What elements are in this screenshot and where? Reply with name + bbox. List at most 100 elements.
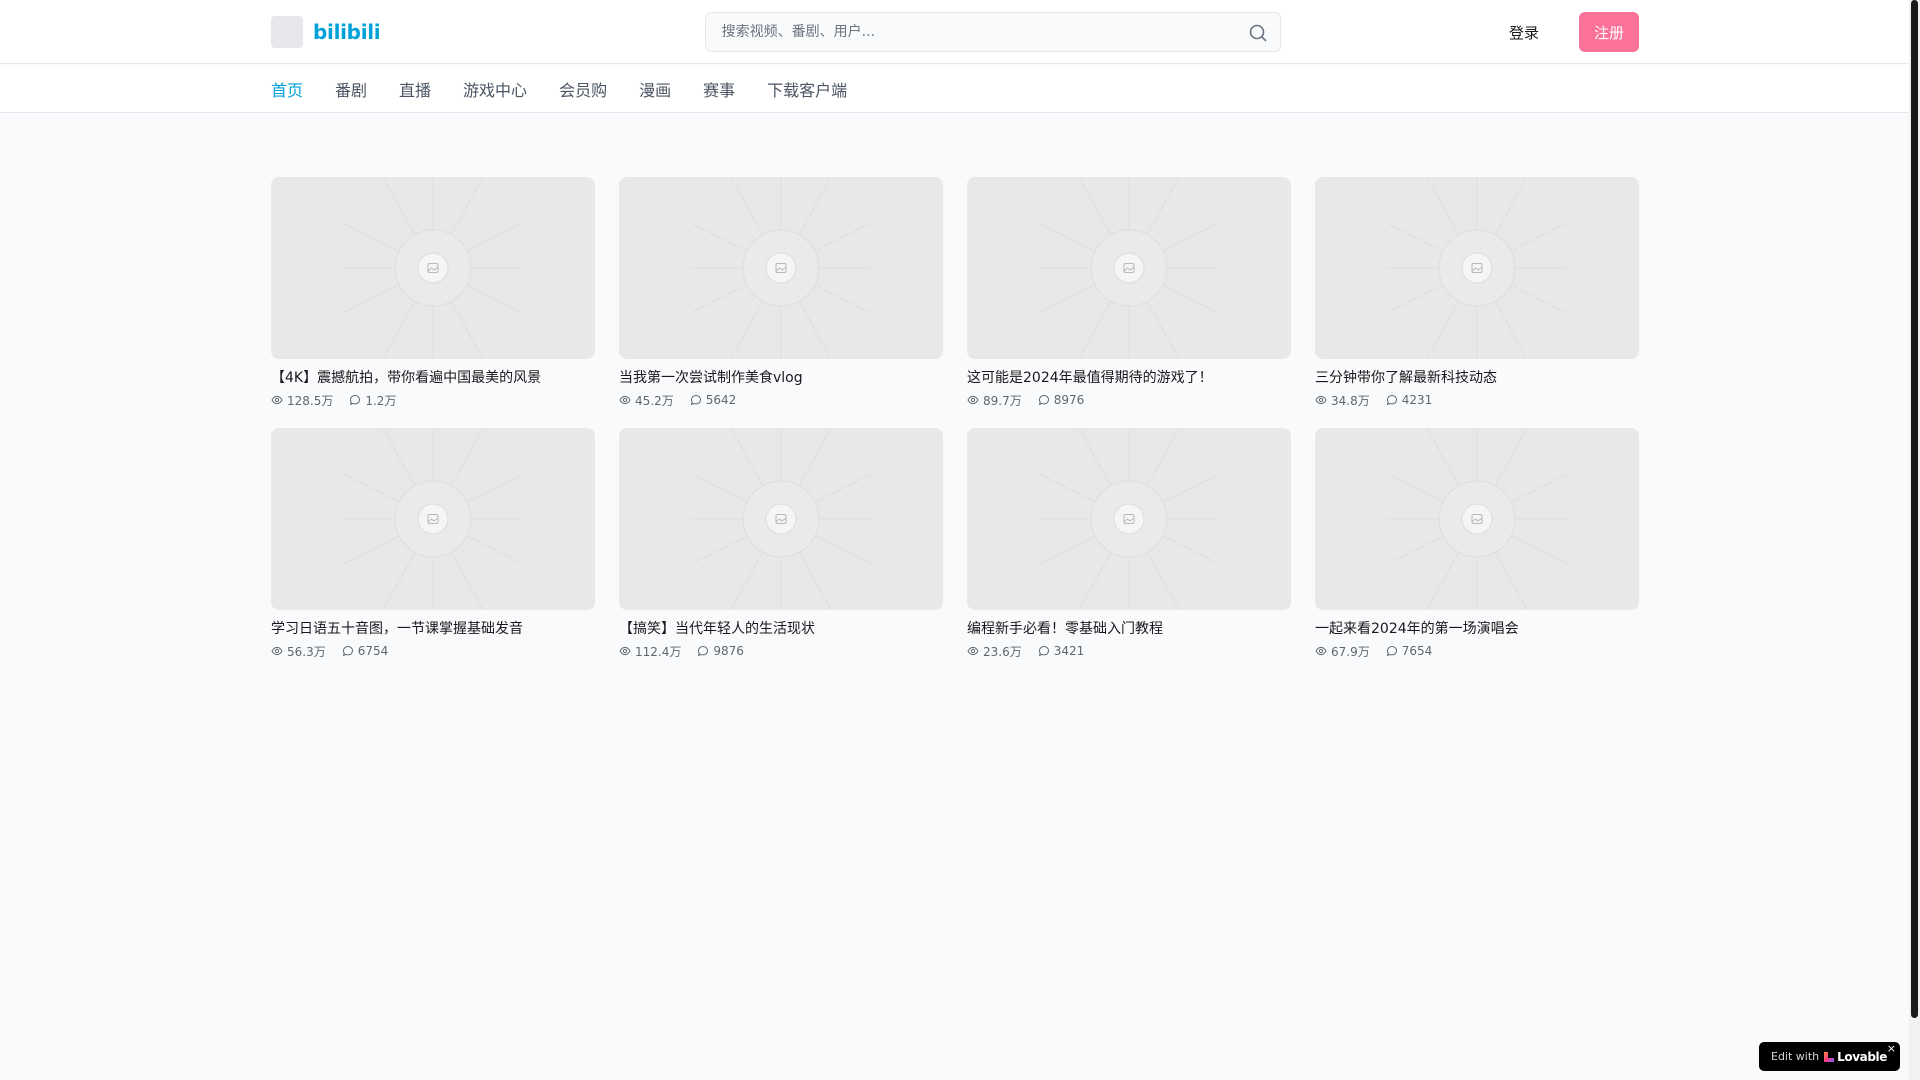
view-count: 89.7万 <box>967 392 1022 409</box>
comment-icon <box>350 395 361 405</box>
image-placeholder-icon <box>1038 177 1220 359</box>
video-thumbnail[interactable] <box>967 177 1291 359</box>
video-meta: 112.4万 9876 <box>619 643 943 659</box>
header-actions: 登录 注册 <box>1505 12 1639 52</box>
comment-icon <box>690 395 701 405</box>
comment-count-text: 8976 <box>1053 393 1085 407</box>
eye-icon <box>967 395 979 405</box>
comment-icon <box>698 646 709 656</box>
scrollbar-thumb[interactable] <box>1911 0 1918 1018</box>
comment-count-text: 3421 <box>1053 644 1085 658</box>
login-button[interactable]: 登录 <box>1505 14 1543 51</box>
comment-count: 8976 <box>1038 393 1085 407</box>
nav-tab[interactable]: 首页 <box>271 77 303 101</box>
nav-tabs: 首页 番剧 直播 游戏中心 会员购 漫画 赛事 下载客户端 <box>271 65 847 113</box>
comment-count: 3421 <box>1038 644 1085 658</box>
video-card[interactable]: 这可能是2024年最值得期待的游戏了！ 89.7万 8976 <box>967 177 1291 408</box>
eye-icon <box>1315 646 1327 656</box>
comment-icon <box>1038 395 1049 405</box>
video-title[interactable]: 三分钟带你了解最新科技动态 <box>1315 368 1639 388</box>
video-title[interactable]: 这可能是2024年最值得期待的游戏了！ <box>967 368 1291 388</box>
comment-count-text: 1.2万 <box>365 393 397 408</box>
video-card[interactable]: 三分钟带你了解最新科技动态 34.8万 4231 <box>1315 177 1639 408</box>
video-meta: 67.9万 7654 <box>1315 643 1639 659</box>
video-title[interactable]: 【搞笑】当代年轻人的生活现状 <box>619 619 943 639</box>
view-count-text: 128.5万 <box>287 393 334 408</box>
nav-tab[interactable]: 会员购 <box>559 77 607 101</box>
nav-tab[interactable]: 番剧 <box>335 77 367 101</box>
comment-icon <box>1386 646 1397 656</box>
view-count-text: 112.4万 <box>635 644 682 659</box>
search-icon[interactable] <box>1248 23 1268 43</box>
nav-tab[interactable]: 直播 <box>399 77 431 101</box>
video-card[interactable]: 一起来看2024年的第一场演唱会 67.9万 7654 <box>1315 428 1639 659</box>
edit-with-lovable-badge[interactable]: Edit with Lovable × <box>1759 1042 1900 1071</box>
video-card[interactable]: 学习日语五十音图，一节课掌握基础发音 56.3万 6754 <box>271 428 595 659</box>
nav-tab[interactable]: 漫画 <box>639 77 671 101</box>
lovable-heart-icon <box>1824 1051 1835 1062</box>
view-count-text: 23.6万 <box>983 644 1022 659</box>
video-thumbnail[interactable] <box>1315 177 1639 359</box>
view-count-text: 56.3万 <box>287 644 326 659</box>
eye-icon <box>1315 395 1327 405</box>
view-count-text: 89.7万 <box>983 393 1022 408</box>
view-count-text: 34.8万 <box>1331 393 1370 408</box>
eye-icon <box>967 646 979 656</box>
video-thumbnail[interactable] <box>271 428 595 610</box>
eye-icon <box>619 395 631 405</box>
view-count: 23.6万 <box>967 643 1022 660</box>
badge-prefix: Edit with <box>1771 1050 1820 1063</box>
eye-icon <box>619 646 631 656</box>
view-count: 67.9万 <box>1315 643 1370 660</box>
register-button[interactable]: 注册 <box>1578 12 1639 52</box>
comment-count-text: 5642 <box>705 393 737 407</box>
video-card[interactable]: 当我第一次尝试制作美食vlog 45.2万 5642 <box>619 177 943 408</box>
nav-tab[interactable]: 赛事 <box>703 77 735 101</box>
image-placeholder-icon <box>690 177 872 359</box>
video-thumbnail[interactable] <box>967 428 1291 610</box>
view-count: 112.4万 <box>619 643 681 660</box>
eye-icon <box>271 395 283 405</box>
image-placeholder-icon <box>342 428 524 610</box>
comment-count-text: 7654 <box>1401 644 1433 658</box>
video-meta: 89.7万 8976 <box>967 392 1291 408</box>
video-title[interactable]: 当我第一次尝试制作美食vlog <box>619 368 943 388</box>
image-placeholder-icon <box>1386 428 1568 610</box>
video-meta: 23.6万 3421 <box>967 643 1291 659</box>
logo[interactable]: bilibili <box>271 16 381 48</box>
image-placeholder-icon <box>690 428 872 610</box>
video-thumbnail[interactable] <box>619 428 943 610</box>
comment-icon <box>1386 395 1397 405</box>
video-title[interactable]: 编程新手必看！零基础入门教程 <box>967 619 1291 639</box>
video-thumbnail[interactable] <box>1315 428 1639 610</box>
video-thumbnail[interactable] <box>619 177 943 359</box>
comment-count-text: 9876 <box>713 644 744 658</box>
video-title[interactable]: 一起来看2024年的第一场演唱会 <box>1315 619 1639 639</box>
comment-icon <box>342 646 353 656</box>
view-count: 56.3万 <box>271 643 326 660</box>
image-placeholder-icon <box>342 177 524 359</box>
logo-icon <box>271 16 303 48</box>
video-meta: 45.2万 5642 <box>619 392 943 408</box>
video-title[interactable]: 学习日语五十音图，一节课掌握基础发音 <box>271 619 595 639</box>
video-card[interactable]: 【4K】震撼航拍，带你看遍中国最美的风景 128.5万 1.2万 <box>271 177 595 408</box>
scrollbar-track[interactable] <box>1909 0 1920 1080</box>
comment-count: 6754 <box>342 644 388 658</box>
comment-count-text: 4231 <box>1401 393 1433 407</box>
video-card[interactable]: 编程新手必看！零基础入门教程 23.6万 3421 <box>967 428 1291 659</box>
search-box <box>704 12 1281 52</box>
nav-tab[interactable]: 下载客户端 <box>767 77 847 101</box>
video-card[interactable]: 【搞笑】当代年轻人的生活现状 112.4万 9876 <box>619 428 943 659</box>
comment-count: 9876 <box>697 644 744 658</box>
video-meta: 56.3万 6754 <box>271 643 595 659</box>
search-input[interactable] <box>705 13 1280 51</box>
video-grid: 【4K】震撼航拍，带你看遍中国最美的风景 128.5万 1.2万 当我第一次尝试制作美… <box>271 177 1639 659</box>
nav-tab[interactable]: 游戏中心 <box>463 77 527 101</box>
video-title[interactable]: 【4K】震撼航拍，带你看遍中国最美的风景 <box>271 368 595 388</box>
view-count: 34.8万 <box>1315 392 1370 409</box>
badge-close-icon[interactable]: × <box>1887 1043 1896 1054</box>
comment-count: 1.2万 <box>349 392 396 409</box>
comment-count: 7654 <box>1386 644 1433 658</box>
video-thumbnail[interactable] <box>271 177 595 359</box>
main-nav: 首页 番剧 直播 游戏中心 会员购 漫画 赛事 下载客户端 <box>0 65 1909 113</box>
